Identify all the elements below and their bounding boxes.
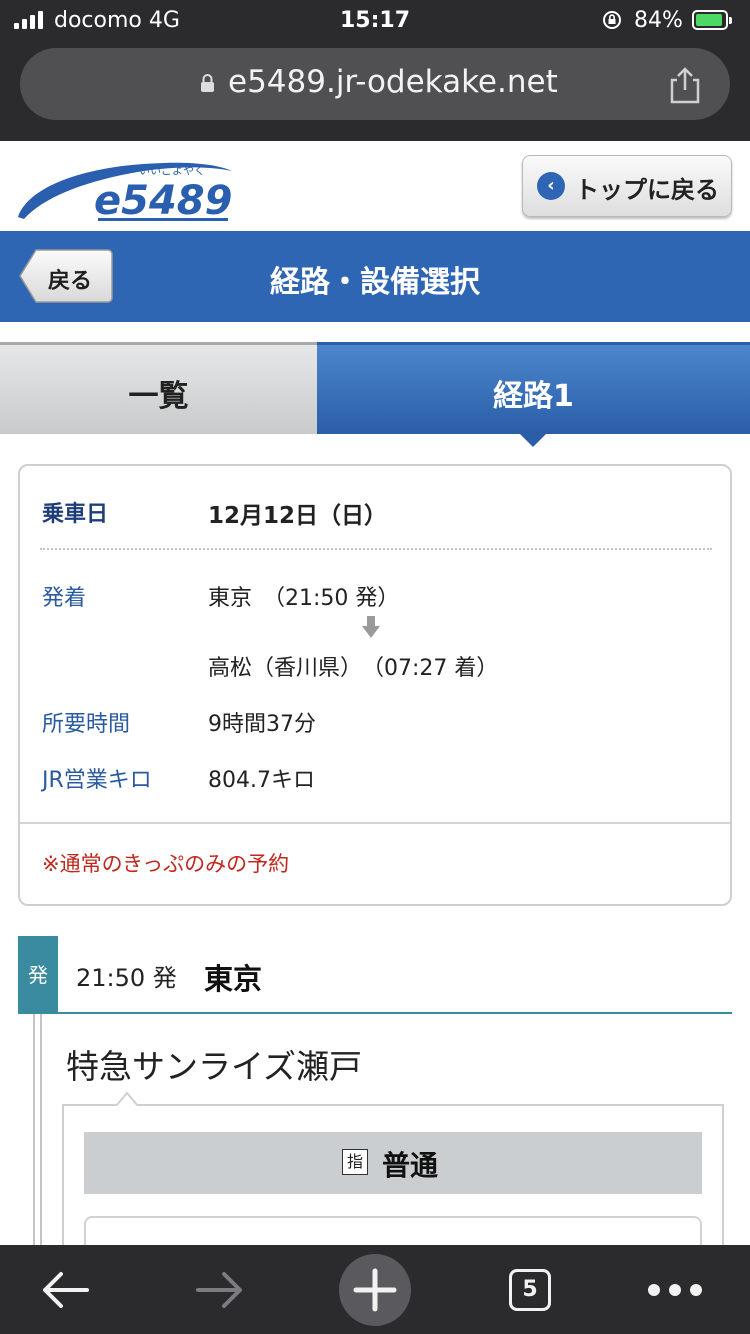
page-title: 経路・設備選択 [270, 265, 480, 300]
browser-back-button[interactable] [20, 1245, 110, 1334]
address-bar[interactable]: e5489.jr-odekake.net [20, 48, 730, 120]
active-tab-pointer [520, 434, 546, 447]
boarding-date-label: 乗車日 [42, 502, 109, 527]
back-to-top-button[interactable]: ‹ トップに戻る [522, 155, 732, 217]
padlock-icon [201, 74, 214, 92]
battery-percent: 84% [634, 8, 683, 33]
more-dots-icon [648, 1283, 702, 1296]
depart-arrive-label: 発着 [42, 586, 87, 611]
browser-toolbar: 5 [0, 1245, 750, 1334]
more-menu-button[interactable] [640, 1245, 710, 1334]
reserved-seat-mark: 指 [342, 1149, 368, 1175]
distance-label: JR営業キロ [42, 768, 152, 793]
back-to-top-label: トップに戻る [575, 176, 719, 204]
tabs-button[interactable]: 5 [505, 1245, 555, 1334]
boarding-date-value: 12月12日（日） [208, 503, 388, 529]
departure-badge: 発 [18, 936, 58, 1014]
tab-route-1-label: 経路1 [493, 379, 574, 414]
url-text: e5489.jr-odekake.net [228, 64, 558, 100]
tab-list[interactable]: 一覧 [0, 342, 317, 434]
tab-list-label: 一覧 [128, 379, 189, 414]
arrow-down-icon [362, 616, 380, 638]
arrival-info: 高松（香川県） （07:27 着） [208, 656, 499, 681]
seat-class-label: 普通 [382, 1149, 439, 1182]
tab-route-1[interactable]: 経路1 [317, 342, 750, 434]
distance-value: 804.7キロ [208, 768, 315, 793]
departure-time: 21:50 発 [76, 964, 177, 992]
seat-class-header: 指 普通 [84, 1132, 702, 1194]
status-bar: docomo 4G 15:17 84% [0, 0, 750, 40]
logo-ruby: いいごよやく [139, 163, 205, 177]
tab-count: 5 [509, 1268, 551, 1311]
battery-icon [692, 10, 732, 30]
departure-underline [18, 1012, 732, 1014]
browser-url-area: e5489.jr-odekake.net [0, 40, 750, 141]
duration-label: 所要時間 [42, 712, 131, 737]
card-divider [20, 822, 730, 824]
orientation-lock-icon [603, 11, 621, 29]
departure-info: 東京 （21:50 発） [208, 586, 400, 611]
route-rail-line [40, 1014, 42, 1246]
arrow-right-icon [196, 1271, 242, 1308]
e5489-logo[interactable]: いいごよやく e5489 [14, 151, 234, 227]
browser-forward-button[interactable] [175, 1245, 265, 1334]
plus-icon [339, 1253, 411, 1326]
arrow-left-icon [43, 1271, 89, 1308]
route-tabs: 一覧 経路1 [0, 342, 750, 434]
logo-text: e5489 [94, 178, 232, 224]
new-tab-button[interactable] [338, 1245, 412, 1334]
duration-value: 9時間37分 [208, 712, 316, 737]
departure-station: 東京 [204, 962, 263, 996]
ticket-note: ※通常のきっぷのみの予約 [42, 852, 290, 876]
title-bar: 戻る 経路・設備選択 [0, 231, 750, 322]
share-icon[interactable] [668, 66, 702, 104]
chevron-left-icon: ‹ [537, 172, 565, 200]
speech-pointer [116, 1092, 138, 1106]
train-name: 特急サンライズ瀬戸 [66, 1047, 363, 1086]
dotted-divider [40, 548, 712, 550]
route-summary-card: 乗車日 12月12日（日） 発着 東京 （21:50 発） 高松（香川県） （0… [18, 464, 732, 906]
seat-class-panel: 指 普通 [62, 1104, 724, 1276]
site-header: いいごよやく e5489 ‹ トップに戻る [0, 141, 750, 231]
route-rail-line [33, 1014, 35, 1246]
